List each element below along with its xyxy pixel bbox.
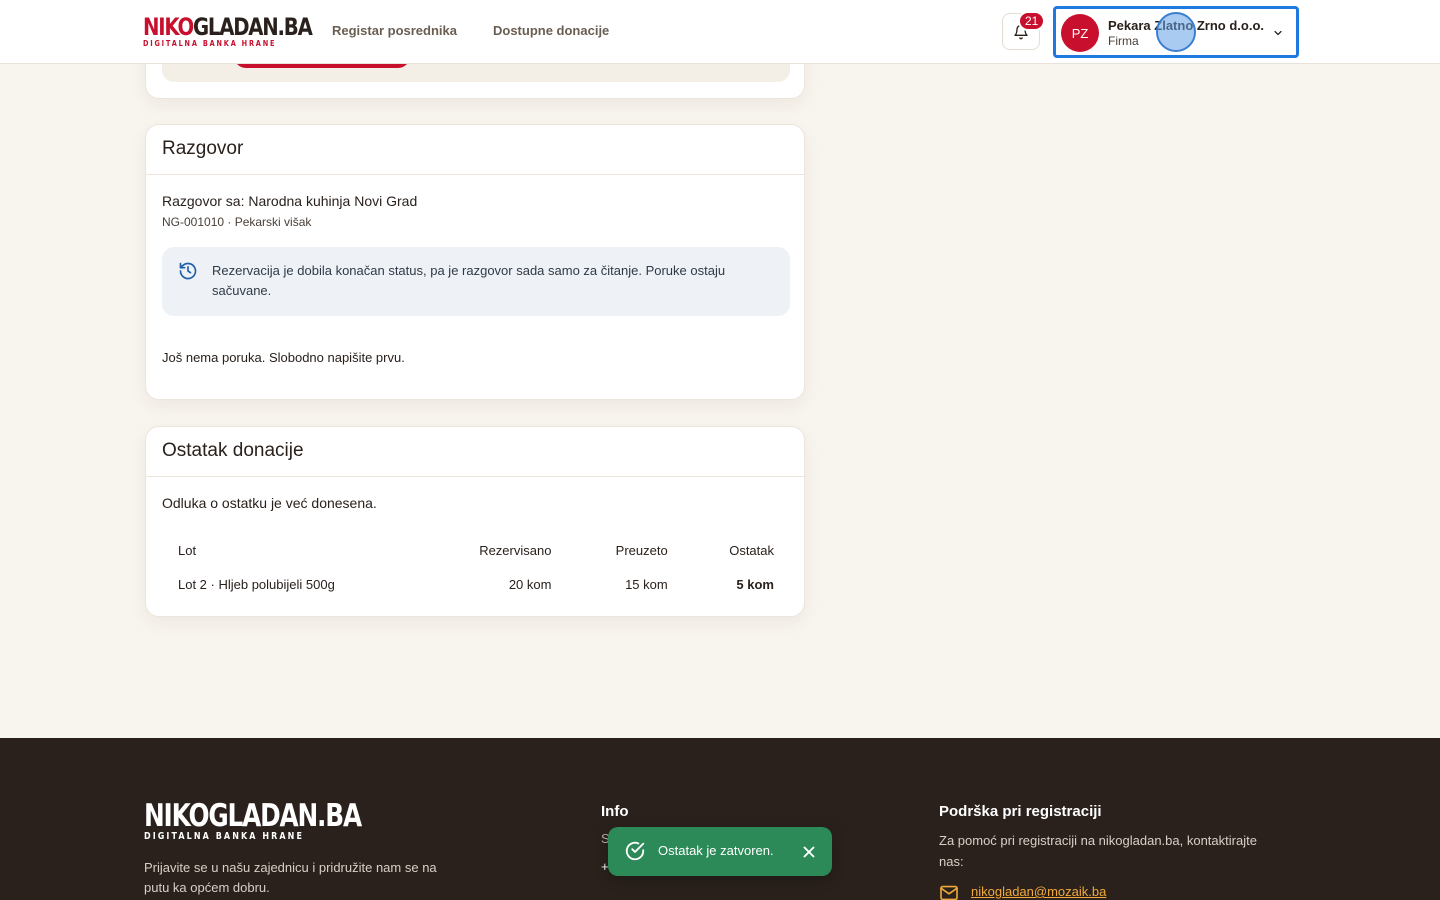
logo-part-1: NIKO	[143, 13, 194, 41]
support-email-link[interactable]: nikogladan@mozaik.ba	[971, 884, 1106, 899]
conversation-partner: Razgovor sa: Narodna kuhinja Novi Grad	[162, 193, 418, 209]
site-logo[interactable]: NIKOGLADAN.BA DIGITALNA BANKA HRANE	[143, 13, 313, 48]
conversation-meta: NG-001010 · Pekarski višak	[162, 215, 312, 229]
check-circle-icon	[625, 841, 645, 861]
logo-part-2: GLADAN.BA	[192, 13, 313, 41]
logo-tagline: DIGITALNA BANKA HRANE	[143, 39, 277, 48]
main-nav: Registar posrednika Dostupne donacije	[332, 23, 609, 38]
footer-support-title: Podrška pri registraciji	[939, 803, 1102, 820]
toast-message: Ostatak je zatvoren.	[658, 843, 774, 858]
mail-icon	[940, 885, 958, 900]
table-header-row: Lot Rezervisano Preuzeto Ostatak	[162, 535, 790, 566]
footer-description: Prijavite se u našu zajednicu i pridruži…	[144, 860, 437, 895]
cell-reserved: 20 kom	[508, 576, 552, 592]
read-only-notice-text: Rezervacija je dobila konačan status, pa…	[212, 263, 726, 298]
footer-logo-tagline: DIGITALNA BANKA HRANE	[144, 831, 305, 842]
cell-lot: Lot 2 · Hljeb polubijeli 500g	[178, 576, 335, 592]
footer-info-title: Info	[601, 803, 629, 820]
nav-registar-posrednika[interactable]: Registar posrednika	[332, 23, 457, 38]
footer-support-text: Za pomoć pri registraciji na nikogladan.…	[939, 833, 1257, 869]
cell-remaining: 5 kom	[736, 576, 774, 592]
chevron-down-icon	[1274, 30, 1282, 36]
remainder-title: Ostatak donacije	[162, 440, 304, 461]
footer-logo-main: NIKOGLADAN.BA	[144, 798, 362, 834]
cell-collected: 15 kom	[625, 576, 668, 592]
remainder-decision-text: Odluka o ostatku je već donesena.	[162, 495, 377, 511]
col-remaining: Ostatak	[729, 543, 774, 558]
success-toast: Ostatak je zatvoren.	[608, 827, 832, 876]
col-lot: Lot	[178, 543, 197, 558]
conversation-card: Razgovor Razgovor sa: Narodna kuhinja No…	[145, 124, 805, 400]
top-header: NIKOGLADAN.BA DIGITALNA BANKA HRANE Regi…	[0, 0, 1440, 64]
user-role: Firma	[1108, 34, 1139, 48]
empty-messages-text: Još nema poruka. Slobodno napišite prvu.	[162, 350, 405, 365]
cursor-indicator	[1156, 12, 1196, 52]
footer-logo[interactable]: NIKOGLADAN.BA DIGITALNA BANKA HRANE	[144, 798, 415, 843]
history-icon	[179, 262, 197, 280]
close-icon[interactable]	[800, 843, 818, 861]
remainder-card: Ostatak donacije Odluka o ostatku je već…	[145, 426, 805, 617]
conversation-title: Razgovor	[162, 138, 244, 159]
avatar: PZ	[1061, 14, 1099, 52]
nav-dostupne-donacije[interactable]: Dostupne donacije	[493, 23, 609, 38]
conversation-card-header: Razgovor	[146, 125, 804, 175]
remainder-card-header: Ostatak donacije	[146, 427, 804, 477]
col-reserved: Rezervisano	[479, 543, 552, 558]
notification-count-badge: 21	[1018, 11, 1046, 31]
remainder-table: Lot Rezervisano Preuzeto Ostatak Lot 2 ·…	[162, 535, 790, 602]
table-row: Lot 2 · Hljeb polubijeli 500g 20 kom 15 …	[162, 566, 790, 602]
read-only-notice: Rezervacija je dobila konačan status, pa…	[162, 247, 790, 316]
col-collected: Preuzeto	[615, 543, 668, 558]
